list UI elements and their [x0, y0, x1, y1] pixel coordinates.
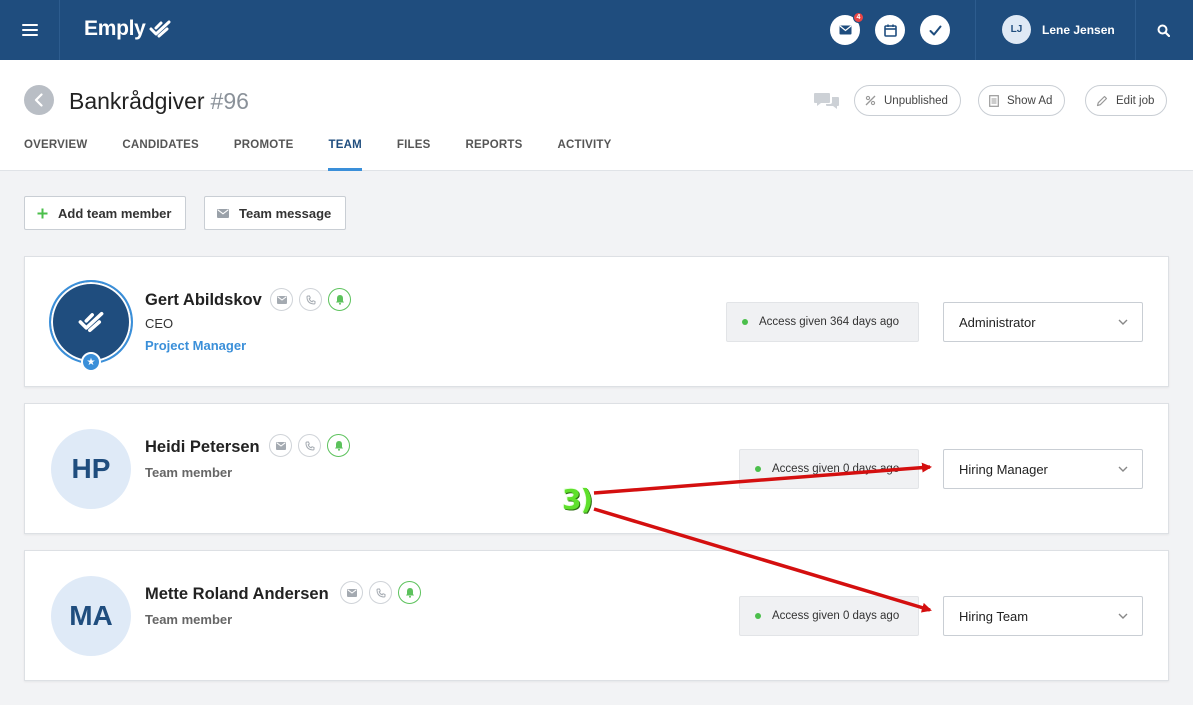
notification-badge: 4: [853, 12, 864, 23]
access-text: Access given 0 days ago: [772, 610, 900, 622]
avatar: MA: [51, 576, 131, 656]
team-member-card: HP Heidi Petersen Team member Access giv…: [24, 403, 1169, 534]
access-status: Access given 364 days ago: [726, 302, 919, 342]
unpublish-icon: [865, 95, 876, 106]
job-number: #96: [210, 88, 249, 114]
navbar-divider: [975, 0, 976, 60]
tab-overview[interactable]: OVERVIEW: [24, 138, 87, 171]
add-team-member-button[interactable]: Add team member: [24, 196, 187, 230]
navbar-divider: [1135, 0, 1136, 60]
job-header: Bankrådgiver #96 Unpublished Show Ad Edit…: [0, 60, 1193, 171]
contact-icons: [340, 581, 427, 604]
document-icon: [989, 94, 999, 107]
notification-bell-icon[interactable]: [398, 581, 421, 604]
access-status: Access given 0 days ago: [739, 449, 919, 489]
user-menu[interactable]: LJ Lene Jensen: [1002, 15, 1115, 44]
edit-job-label: Edit job: [1116, 94, 1155, 107]
envelope-icon: [839, 25, 851, 35]
tasks-button[interactable]: [920, 15, 950, 45]
plus-icon: [37, 208, 48, 219]
messages-button[interactable]: 4: [830, 12, 864, 45]
chevron-down-icon: [1118, 613, 1128, 619]
annotation-label: 3): [562, 483, 593, 516]
email-icon[interactable]: [270, 288, 293, 311]
member-name: Heidi Petersen: [145, 438, 260, 456]
star-icon: ★: [81, 352, 101, 372]
page-title: Bankrådgiver #96: [69, 88, 249, 115]
team-member-card: MA Mette Roland Andersen Team member Acc…: [24, 550, 1169, 681]
avatar: HP: [51, 429, 131, 509]
contact-icons: [269, 434, 356, 457]
search-icon: [1157, 24, 1170, 37]
member-role: Team member: [145, 465, 233, 480]
job-title: Bankrådgiver: [69, 88, 205, 114]
brand-logo[interactable]: Emply: [84, 17, 171, 41]
brand-name: Emply: [84, 17, 146, 40]
tab-files[interactable]: FILES: [397, 138, 431, 171]
job-tabs: OVERVIEW CANDIDATES PROMOTE TEAM FILES R…: [24, 138, 646, 171]
phone-icon[interactable]: [369, 581, 392, 604]
tab-team[interactable]: TEAM: [328, 138, 363, 171]
access-text: Access given 364 days ago: [759, 316, 900, 328]
member-role: CEO: [145, 316, 174, 331]
member-role: Team member: [145, 612, 233, 627]
menu-button[interactable]: [0, 0, 60, 60]
member-name: Gert Abildskov: [145, 291, 262, 309]
tab-activity[interactable]: ACTIVITY: [557, 138, 611, 171]
back-button[interactable]: [24, 85, 54, 115]
access-text: Access given 0 days ago: [772, 463, 900, 475]
emply-logo-icon: [78, 311, 104, 333]
pencil-icon: [1096, 95, 1108, 106]
envelope-icon: [217, 208, 229, 218]
permission-select[interactable]: Administrator: [943, 302, 1143, 342]
permission-value: Administrator: [959, 314, 1036, 330]
permission-value: Hiring Team: [959, 608, 1029, 624]
calendar-icon: [883, 24, 897, 37]
notification-bell-icon[interactable]: [328, 288, 351, 311]
chevron-down-icon: [1118, 319, 1128, 325]
email-icon[interactable]: [269, 434, 292, 457]
permission-value: Hiring Manager: [959, 461, 1048, 477]
add-team-member-label: Add team member: [58, 205, 172, 221]
member-name: Mette Roland Andersen: [145, 585, 329, 603]
hamburger-icon: [21, 24, 38, 36]
status-dot: [755, 466, 761, 472]
search-button[interactable]: [1150, 17, 1176, 43]
user-name: Lene Jensen: [1042, 22, 1115, 37]
show-ad-button[interactable]: Show Ad: [978, 85, 1066, 116]
status-dot: [742, 319, 748, 325]
tab-reports[interactable]: REPORTS: [465, 138, 522, 171]
phone-icon[interactable]: [299, 288, 322, 311]
team-message-button[interactable]: Team message: [204, 196, 347, 230]
contact-icons: [270, 288, 357, 311]
team-message-label: Team message: [239, 205, 332, 221]
show-ad-label: Show Ad: [1007, 94, 1053, 107]
calendar-button[interactable]: [875, 15, 905, 45]
email-icon[interactable]: [340, 581, 363, 604]
team-member-card: ★ Gert Abildskov CEO Project Manager Acc…: [24, 256, 1169, 387]
access-status: Access given 0 days ago: [739, 596, 919, 636]
edit-job-button[interactable]: Edit job: [1085, 85, 1168, 116]
notification-bell-icon[interactable]: [327, 434, 350, 457]
phone-icon[interactable]: [298, 434, 321, 457]
tab-promote[interactable]: PROMOTE: [234, 138, 294, 171]
emply-logo-icon: [149, 20, 171, 38]
unpublished-button[interactable]: Unpublished: [854, 85, 961, 116]
unpublished-label: Unpublished: [884, 94, 948, 107]
check-icon: [929, 25, 941, 35]
permission-select[interactable]: Hiring Manager: [943, 449, 1143, 489]
chevron-left-icon: [34, 93, 43, 107]
permission-select[interactable]: Hiring Team: [943, 596, 1143, 636]
tab-candidates[interactable]: CANDIDATES: [122, 138, 199, 171]
comments-icon[interactable]: [814, 91, 840, 116]
status-dot: [755, 613, 761, 619]
member-project-role[interactable]: Project Manager: [145, 338, 246, 353]
top-navbar: Emply 4 LJ Lene Jensen: [0, 0, 1193, 60]
user-avatar: LJ: [1002, 15, 1031, 44]
chevron-down-icon: [1118, 466, 1128, 472]
